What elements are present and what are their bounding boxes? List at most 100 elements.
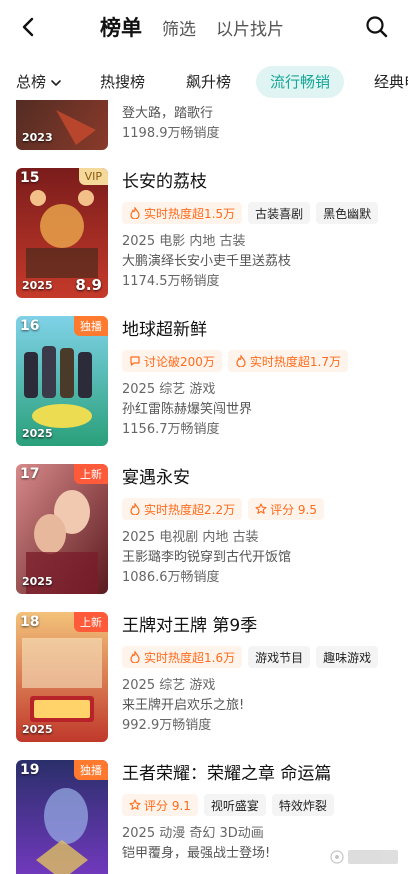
heat-chip: 实时热度超1.6万 bbox=[122, 646, 243, 668]
vip-badge: VIP bbox=[78, 168, 108, 185]
watermark bbox=[330, 850, 398, 864]
poster-image: 17 上新 2025 bbox=[16, 464, 108, 594]
exclusive-badge: 独播 bbox=[74, 760, 108, 780]
poster-image: 18 上新 2025 bbox=[16, 612, 108, 742]
genre-chip: 古装喜剧 bbox=[248, 202, 311, 224]
poster-year: 2025 bbox=[22, 279, 53, 292]
genre-chip: 黑色幽默 bbox=[316, 202, 379, 224]
rank-number: 18 bbox=[20, 614, 40, 630]
heat-chip-label: 实时热度超2.2万 bbox=[144, 502, 236, 517]
discussion-chip: 讨论破200万 bbox=[122, 350, 222, 372]
item-title: 地球超新鲜 bbox=[122, 320, 207, 340]
item-title: 王牌对王牌 第9季 bbox=[122, 616, 258, 636]
item-sales: 1198.9万畅销度 bbox=[122, 126, 220, 141]
chevron-down-icon bbox=[51, 79, 61, 86]
item-title: 长安的荔枝 bbox=[122, 172, 207, 192]
search-button[interactable] bbox=[362, 12, 392, 42]
category-overall-label: 总榜 bbox=[16, 73, 47, 91]
list-item[interactable]: 18 上新 2025 王牌对王牌 第9季 实时热度超1.6万 游戏节目 趣味游戏… bbox=[0, 612, 408, 762]
tab-find-by-film[interactable]: 以片找片 bbox=[216, 15, 284, 40]
item-chips: 讨论破200万 实时热度超1.7万 bbox=[122, 350, 402, 372]
chevron-left-icon bbox=[22, 17, 34, 37]
genre-chip: 特效炸裂 bbox=[271, 794, 334, 816]
item-meta: 2025 综艺 游戏 bbox=[122, 382, 216, 397]
fire-icon bbox=[130, 503, 140, 515]
poster-year: 2025 bbox=[22, 575, 53, 588]
back-button[interactable] bbox=[14, 12, 44, 42]
item-sales: 1086.6万畅销度 bbox=[122, 570, 220, 585]
discussion-chip-label: 讨论破200万 bbox=[144, 354, 215, 369]
category-rising[interactable]: 飙升榜 bbox=[186, 66, 231, 98]
item-sales: 1156.7万畅销度 bbox=[122, 422, 220, 437]
genre-chip: 游戏节目 bbox=[248, 646, 311, 668]
poster-year: 2023 bbox=[22, 131, 53, 144]
item-description: 王影璐李昀锐穿到古代开饭馆 bbox=[122, 550, 292, 565]
poster-image: 19 独播 bbox=[16, 760, 108, 874]
list-item[interactable]: 15 VIP 2025 8.9 长安的荔枝 实时热度超1.5万 古装喜剧 黑色幽… bbox=[0, 168, 408, 318]
new-badge: 上新 bbox=[74, 612, 108, 632]
category-overall[interactable]: 总榜 bbox=[16, 66, 62, 98]
poster-image: 15 VIP 2025 8.9 bbox=[16, 168, 108, 298]
item-description: 孙红雷陈赫爆笑闯世界 bbox=[122, 402, 253, 417]
rank-number: 17 bbox=[20, 466, 40, 482]
item-description: 来王牌开启欢乐之旅! bbox=[122, 698, 245, 713]
item-meta: 2025 综艺 游戏 bbox=[122, 678, 216, 693]
poster-score: 8.9 bbox=[75, 276, 102, 294]
star-icon bbox=[129, 799, 141, 810]
chat-icon bbox=[130, 356, 140, 366]
rank-number: 19 bbox=[20, 762, 40, 778]
heat-chip-label: 实时热度超1.6万 bbox=[144, 650, 236, 665]
ranking-list: 2023 登大路，踏歌行 1198.9万畅销度 15 VIP 2025 8.9 … bbox=[0, 100, 408, 874]
header-tabs: 榜单 筛选 以片找片 bbox=[100, 12, 284, 42]
item-meta: 2025 电视剧 内地 古装 bbox=[122, 530, 259, 545]
heat-chip: 实时热度超1.7万 bbox=[227, 350, 348, 372]
list-item[interactable]: 16 独播 2025 地球超新鲜 讨论破200万 实时热度超1.7万 2025 … bbox=[0, 316, 408, 466]
item-meta: 2025 电影 内地 古装 bbox=[122, 234, 246, 249]
item-chips: 实时热度超1.5万 古装喜剧 黑色幽默 bbox=[122, 202, 402, 224]
weibo-logo-icon bbox=[330, 850, 344, 864]
list-item[interactable]: 17 上新 2025 宴遇永安 实时热度超2.2万 评分 9.5 2025 电视… bbox=[0, 464, 408, 614]
list-item[interactable]: 2023 登大路，踏歌行 1198.9万畅销度 bbox=[0, 100, 408, 150]
category-classic[interactable]: 经典电 bbox=[374, 66, 408, 98]
exclusive-badge: 独播 bbox=[74, 316, 108, 336]
fire-icon bbox=[130, 207, 140, 219]
tab-rankings[interactable]: 榜单 bbox=[100, 12, 142, 42]
item-chips: 实时热度超2.2万 评分 9.5 bbox=[122, 498, 402, 520]
poster-image: 2023 bbox=[16, 100, 108, 150]
rating-chip-label: 评分 9.5 bbox=[270, 502, 317, 517]
genre-chip: 趣味游戏 bbox=[316, 646, 379, 668]
heat-chip: 实时热度超1.5万 bbox=[122, 202, 243, 224]
rating-chip: 评分 9.5 bbox=[248, 498, 324, 520]
item-chips: 评分 9.1 视听盛宴 特效炸裂 bbox=[122, 794, 402, 816]
heat-chip-label: 实时热度超1.7万 bbox=[249, 354, 341, 369]
genre-chip: 视听盛宴 bbox=[203, 794, 266, 816]
item-title: 王者荣耀：荣耀之章 命运篇 bbox=[122, 764, 332, 784]
tab-filter[interactable]: 筛选 bbox=[162, 15, 196, 40]
heat-chip-label: 实时热度超1.5万 bbox=[144, 206, 236, 221]
rating-chip-label: 评分 9.1 bbox=[144, 798, 191, 813]
category-tabs: 总榜 热搜榜 飙升榜 流行畅销 经典电 bbox=[0, 64, 408, 100]
item-sales: 1174.5万畅销度 bbox=[122, 274, 220, 289]
fire-icon bbox=[130, 651, 140, 663]
new-badge: 上新 bbox=[74, 464, 108, 484]
category-hot-search[interactable]: 热搜榜 bbox=[100, 66, 145, 98]
rating-chip: 评分 9.1 bbox=[122, 794, 198, 816]
watermark-text-block bbox=[348, 850, 398, 864]
rank-number: 15 bbox=[20, 170, 40, 186]
fire-icon bbox=[236, 355, 246, 367]
item-title: 宴遇永安 bbox=[122, 468, 190, 488]
item-chips: 实时热度超1.6万 游戏节目 趣味游戏 bbox=[122, 646, 402, 668]
item-description: 大鹏演绎长安小吏千里送荔枝 bbox=[122, 254, 292, 269]
item-description: 登大路，踏歌行 bbox=[122, 106, 214, 121]
poster-year: 2025 bbox=[22, 723, 53, 736]
poster-year: 2025 bbox=[22, 427, 53, 440]
item-sales: 992.9万畅销度 bbox=[122, 718, 212, 733]
item-meta: 2025 动漫 奇幻 3D动画 bbox=[122, 826, 264, 841]
search-icon bbox=[366, 16, 388, 38]
rank-number: 16 bbox=[20, 318, 40, 334]
poster-image: 16 独播 2025 bbox=[16, 316, 108, 446]
star-icon bbox=[255, 503, 267, 514]
heat-chip: 实时热度超2.2万 bbox=[122, 498, 243, 520]
top-bar: 榜单 筛选 以片找片 bbox=[0, 0, 408, 54]
category-popular[interactable]: 流行畅销 bbox=[256, 66, 345, 98]
